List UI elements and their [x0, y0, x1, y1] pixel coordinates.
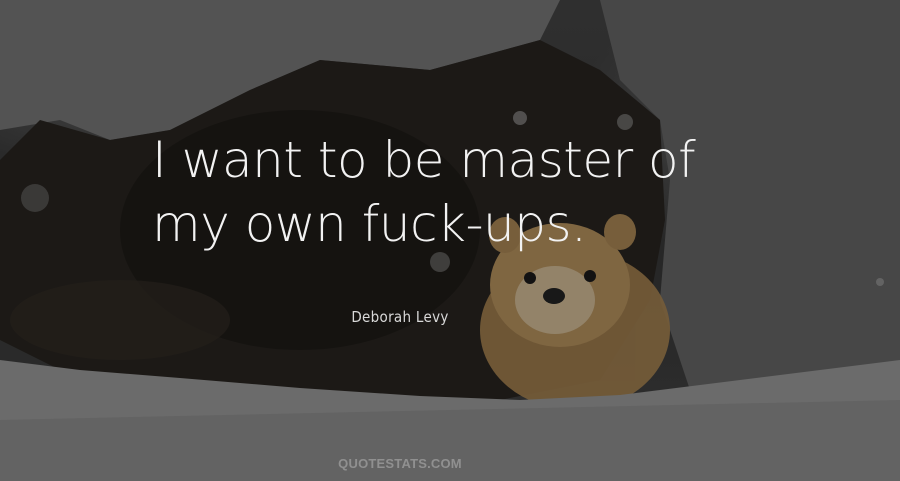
quote-text: I want to be master of my own fuck-ups.: [152, 128, 852, 256]
site-watermark: QUOTESTATS.COM: [338, 456, 462, 471]
quote-image: I want to be master of my own fuck-ups. …: [0, 0, 900, 481]
quote-author: Deborah Levy: [351, 308, 449, 326]
quote-line-1: I want to be master of: [152, 131, 696, 189]
quote-line-2: my own fuck-ups.: [152, 195, 587, 253]
